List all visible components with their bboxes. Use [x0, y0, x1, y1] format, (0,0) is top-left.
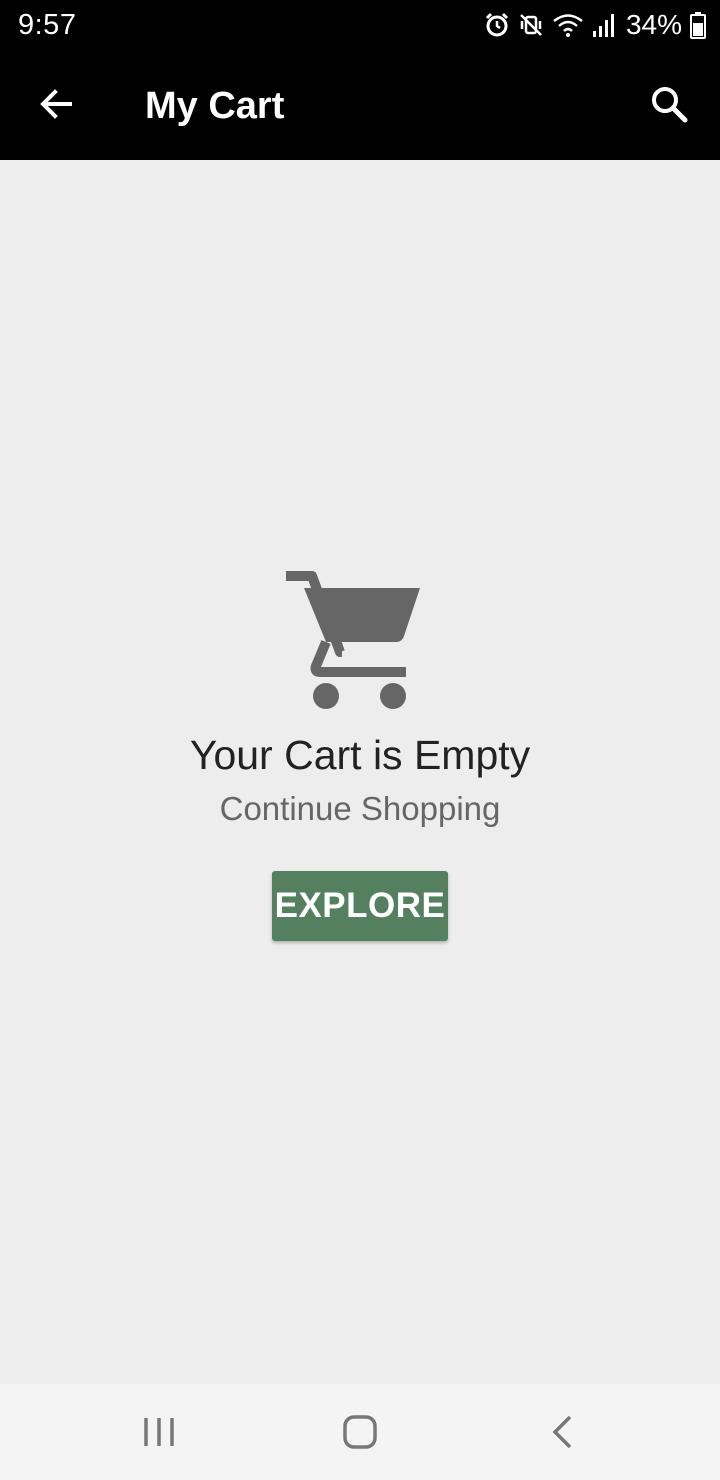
- status-bar: 9:57 34%: [0, 0, 720, 50]
- search-icon: [652, 87, 688, 123]
- wifi-icon: [552, 12, 584, 38]
- app-bar: My Cart: [0, 50, 720, 160]
- recents-button[interactable]: [119, 1402, 199, 1462]
- alarm-icon: [484, 12, 510, 38]
- back-button[interactable]: [28, 76, 84, 132]
- signal-icon: [592, 12, 616, 38]
- system-nav-bar: [0, 1384, 720, 1480]
- continue-shopping-text: Continue Shopping: [219, 790, 501, 827]
- shopping-cart-icon: [286, 571, 420, 709]
- back-icon: [552, 1415, 572, 1449]
- home-button[interactable]: [320, 1402, 400, 1462]
- arrow-left-icon: [40, 89, 72, 119]
- battery-percent: 34%: [625, 9, 682, 40]
- home-icon: [343, 1415, 377, 1449]
- empty-cart-view: Your Cart is Empty Continue Shopping EXP…: [0, 160, 720, 1384]
- recents-icon: [144, 1418, 174, 1446]
- status-time: 9:57: [18, 8, 77, 41]
- battery-icon: [690, 11, 706, 39]
- empty-cart-title: Your Cart is Empty: [189, 732, 531, 778]
- status-icons: 34%: [484, 9, 706, 41]
- mute-vibrate-icon: [518, 12, 544, 38]
- explore-button[interactable]: EXPLORE: [272, 871, 448, 941]
- nav-back-button[interactable]: [522, 1402, 602, 1462]
- page-title: My Cart: [145, 85, 285, 127]
- search-button[interactable]: [638, 76, 700, 132]
